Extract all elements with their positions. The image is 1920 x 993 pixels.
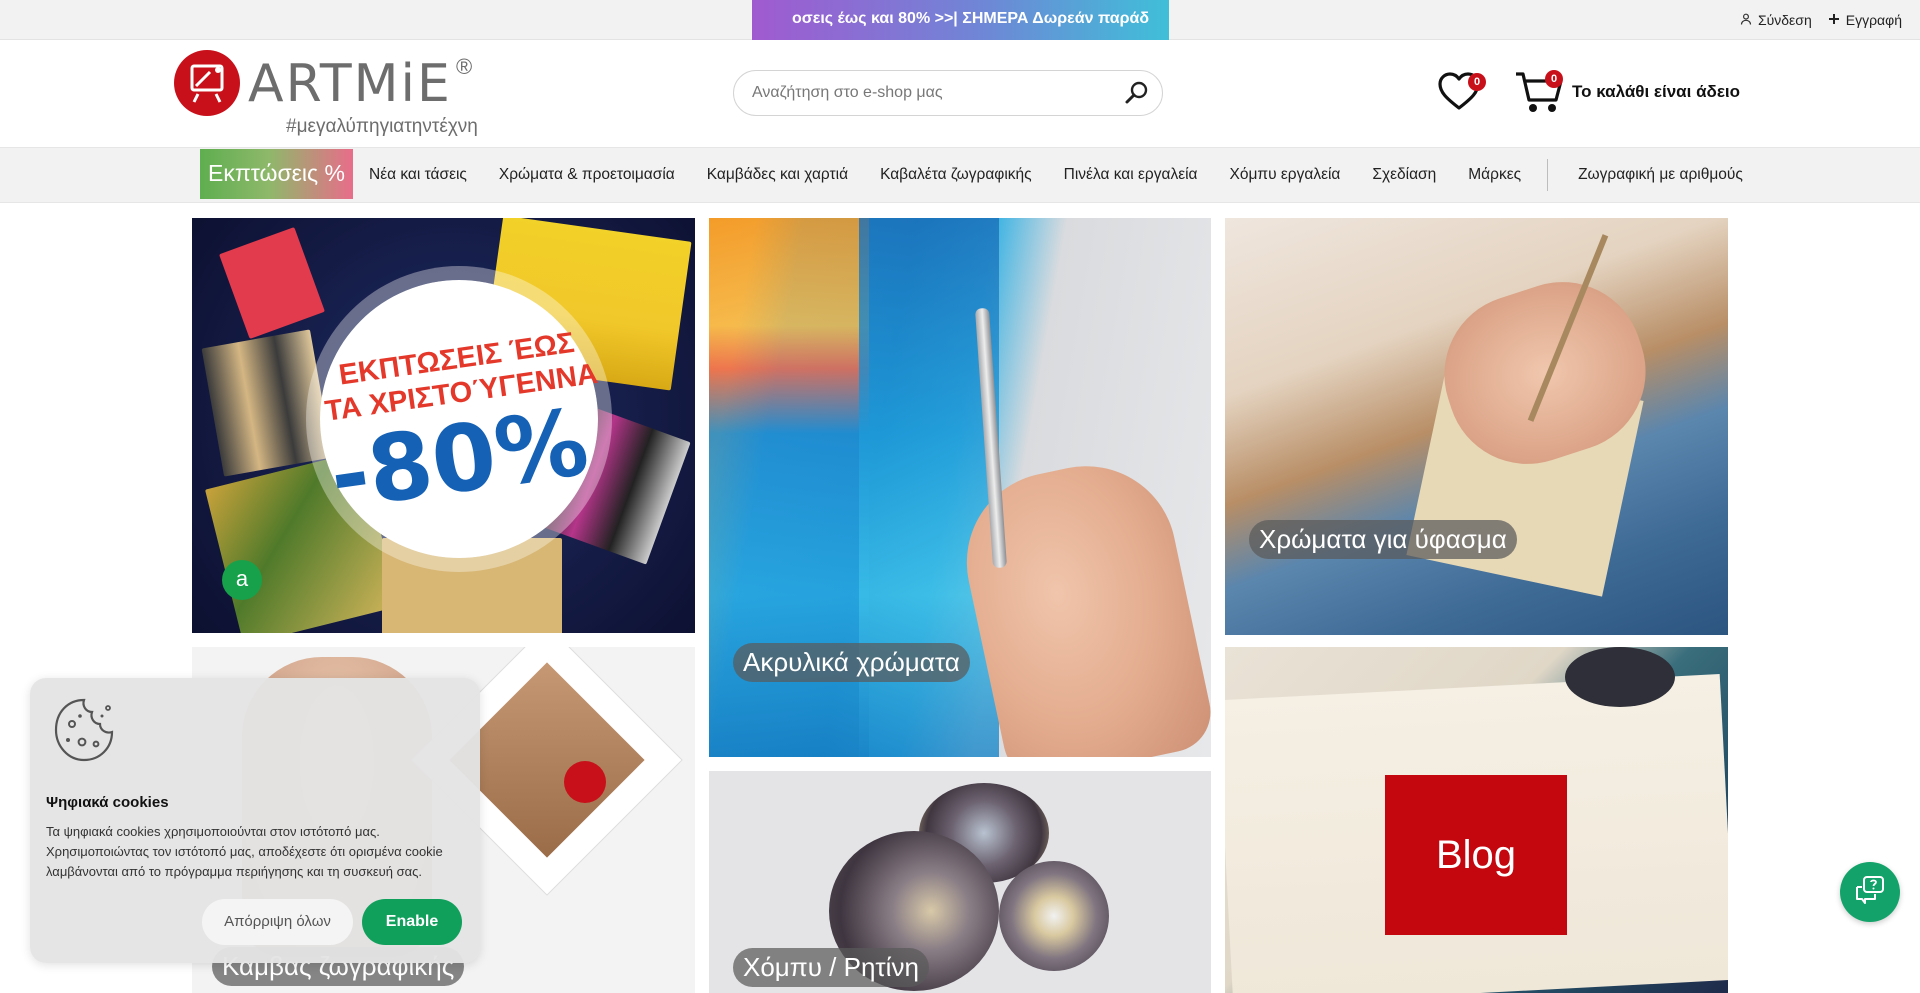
search-input[interactable] (752, 71, 1112, 115)
chat-button[interactable] (1840, 862, 1900, 922)
promo-slider[interactable]: ΕΚΠΤΩΣΕΙΣ ΈΩΣ ΤΑ ΧΡΙΣΤΟΎΓΕΝΝΑ -80% a (192, 218, 695, 633)
login-link[interactable]: Σύνδεση (1740, 12, 1812, 28)
category-tile-fabric-paint[interactable]: Χρώματα για ύφασμα (1225, 218, 1728, 635)
site-header: ARTMiE ® #μεγαλύπηγιατηντέχνη 0 0 Το καλ… (0, 40, 1920, 147)
chat-bubble-icon (1853, 873, 1887, 912)
category-tile-acrylic[interactable]: Ακρυλικά χρώματα (709, 218, 1211, 757)
nav-item-new-trends[interactable]: Νέα και τάσεις (353, 166, 483, 184)
nav-item-brands[interactable]: Μάρκες (1452, 166, 1537, 184)
washi-tape-image (1565, 647, 1675, 707)
promo-ticker[interactable]: οσεις έως και 80% >>| ΣΗΜΕΡΑ Δωρεάν παρά… (752, 0, 1169, 40)
cookie-text: Τα ψηφιακά cookies χρησιμοποιούνται στον… (46, 824, 443, 879)
nav-item-sale[interactable]: Εκπτώσεις % (200, 149, 353, 199)
search-button[interactable] (1122, 79, 1152, 109)
blog-label: Blog (1385, 775, 1567, 935)
nav-item-paints-preparation[interactable]: Χρώματα & προετοιμασία (483, 166, 691, 184)
top-bar: οσεις έως και 80% >>| ΣΗΜΕΡΑ Δωρεάν παρά… (0, 0, 1920, 40)
cookie-consent-banner: Ψηφιακά cookies Τα ψηφιακά cookies χρησι… (30, 678, 480, 963)
tile-label-resin: Χόμπυ / Ρητίνη (733, 948, 929, 987)
nav-item-drawing[interactable]: Σχεδίαση (1356, 166, 1452, 184)
cart-button[interactable]: 0 Το καλάθι είναι άδειο (1514, 68, 1740, 116)
product-image (201, 329, 333, 477)
logo-wordmark: ARTMiE (248, 54, 452, 114)
slide-avatar[interactable]: a (222, 560, 262, 600)
nav-item-easels[interactable]: Καβαλέτα ζωγραφικής (864, 166, 1048, 184)
cart-status-label: Το καλάθι είναι άδειο (1572, 82, 1741, 101)
resin-piece-image (999, 861, 1109, 971)
cart-count-badge: 0 (1545, 70, 1563, 88)
nav-item-brushes-tools[interactable]: Πινέλα και εργαλεία (1048, 166, 1214, 184)
plus-icon (1828, 12, 1840, 28)
nav-items: Νέα και τάσεις Χρώματα & προετοιμασία Κα… (353, 148, 1759, 202)
main-navigation: Εκπτώσεις % Νέα και τάσεις Χρώματα & προ… (0, 147, 1920, 203)
nav-item-hobby-tools[interactable]: Χόμπυ εργαλεία (1214, 166, 1357, 184)
category-tile-blog[interactable]: Blog (1225, 647, 1728, 993)
logo-registered-mark: ® (456, 54, 473, 79)
account-links: Σύνδεση Εγγραφή (1740, 0, 1902, 40)
tile-label-fabric: Χρώματα για ύφασμα (1249, 520, 1517, 559)
register-link[interactable]: Εγγραφή (1828, 12, 1902, 28)
reject-all-button[interactable]: Απόρριψη όλων (202, 899, 353, 945)
enable-cookies-button[interactable]: Enable (362, 899, 462, 945)
category-tile-resin[interactable]: Χόμπυ / Ρητίνη (709, 771, 1211, 993)
tile-label-acrylic: Ακρυλικά χρώματα (733, 643, 970, 682)
cookie-icon (48, 694, 120, 766)
wishlist-count-badge: 0 (1468, 73, 1486, 91)
slide-badge: ΕΚΠΤΩΣΕΙΣ ΈΩΣ ΤΑ ΧΡΙΣΤΟΎΓΕΝΝΑ -80% (320, 280, 600, 558)
wishlist-button[interactable]: 0 (1436, 70, 1486, 114)
logo-easel-icon (174, 50, 240, 116)
nav-item-canvases-papers[interactable]: Καμβάδες και χαρτιά (691, 166, 864, 184)
register-label: Εγγραφή (1845, 12, 1902, 28)
search-icon (1124, 79, 1150, 110)
logo-tagline: #μεγαλύπηγιατηντέχνη (286, 116, 478, 137)
cookie-title: Ψηφιακά cookies (46, 794, 169, 811)
user-icon (1740, 12, 1752, 28)
search-box (733, 70, 1163, 116)
artmie-logo[interactable]: ARTMiE ® #μεγαλύπηγιατηντέχνη (174, 50, 484, 137)
heart-icon (1436, 72, 1482, 118)
login-label: Σύνδεση (1757, 12, 1812, 28)
nav-divider (1547, 159, 1549, 191)
nav-item-paint-by-numbers[interactable]: Ζωγραφική με αριθμούς (1558, 166, 1759, 184)
artmie-seal-icon (564, 761, 606, 803)
product-image (219, 227, 325, 339)
